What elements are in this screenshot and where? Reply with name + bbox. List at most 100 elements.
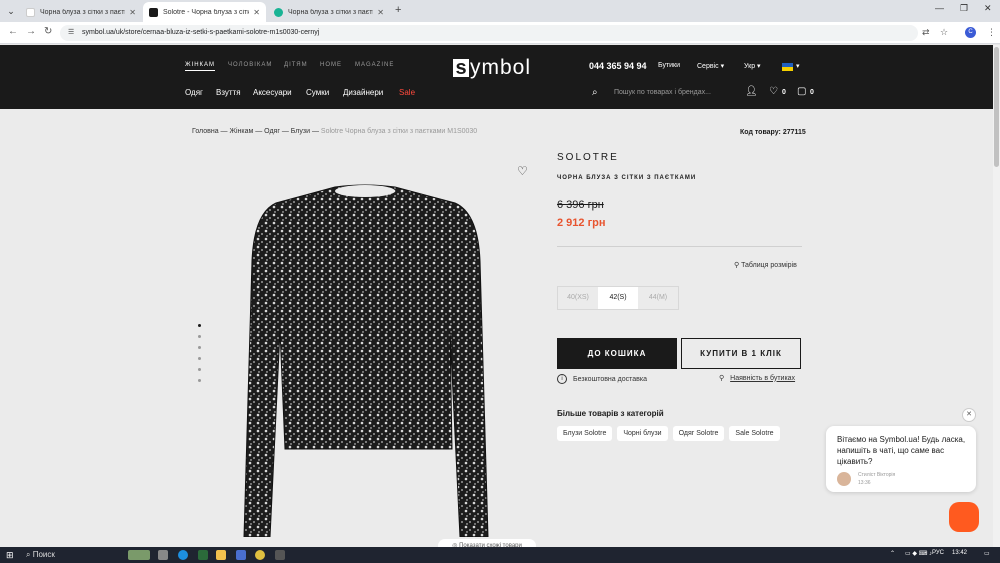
file-explorer-icon[interactable] — [216, 550, 226, 560]
category-chip[interactable]: Блузи Solotre — [557, 426, 613, 441]
chevron-down-icon: ▾ — [720, 63, 725, 70]
chevron-down-icon: ▾ — [757, 63, 761, 70]
phone-number[interactable]: 044 365 94 94 — [589, 61, 647, 71]
add-to-cart-button[interactable]: ДО КОШИКА — [557, 338, 677, 369]
windows-taskbar: ⊞ ⌕ Поиск ⌃ ▭ ◆ ⌨ ♪ РУС 13:42 ▭ — [0, 547, 1000, 563]
size-table-link[interactable]: ⚲ Таблиця розмірів — [734, 261, 797, 269]
close-tab-icon[interactable]: ✕ — [253, 8, 260, 17]
chat-launcher-button[interactable] — [949, 502, 979, 532]
page-scrollbar[interactable] — [993, 45, 1000, 547]
notifications-icon[interactable]: ▭ — [984, 550, 990, 557]
category-clothing[interactable]: Одяг — [185, 88, 203, 97]
product-brand[interactable]: SOLOTRE — [557, 152, 619, 163]
wishlist-count: 0 — [782, 89, 786, 96]
forward-icon[interactable]: → — [26, 26, 36, 37]
category-shoes[interactable]: Взуття — [216, 88, 241, 97]
weather-widget-icon[interactable] — [128, 550, 150, 560]
close-tab-icon[interactable]: ✕ — [129, 8, 136, 17]
input-language[interactable]: РУС — [932, 550, 944, 556]
clock[interactable]: 13:42 — [952, 550, 967, 556]
old-price: 6 396 грн — [557, 199, 604, 211]
chrome-icon[interactable] — [255, 550, 265, 560]
browser-tab[interactable]: Чорна блуза з сітки з паєтками ✕ — [20, 2, 142, 22]
restore-icon[interactable]: ❐ — [960, 3, 968, 14]
size-option-selected[interactable]: 42(S) — [598, 287, 638, 309]
category-designers[interactable]: Дизайнери — [343, 88, 383, 97]
windows-start-icon[interactable]: ⊞ — [6, 550, 14, 561]
gallery-dot[interactable] — [198, 379, 201, 382]
service-dropdown[interactable]: Сервіс ▾ — [697, 62, 724, 70]
close-tab-icon[interactable]: ✕ — [377, 8, 384, 17]
category-chip[interactable]: Одяг Solotre — [672, 426, 725, 441]
chat-greeting-bubble[interactable]: Вітаємо на Symbol.ua! Будь ласка, напиші… — [826, 426, 976, 492]
topnav-kids[interactable]: ДІТЯМ — [284, 62, 308, 68]
wishlist-heart-icon[interactable]: ♡ — [769, 86, 778, 97]
stores-link[interactable]: Бутики — [658, 62, 680, 69]
store-availability-link[interactable]: ⚲ Наявність в бутиках — [719, 374, 795, 383]
add-to-wishlist-heart-icon[interactable]: ♡ — [517, 164, 528, 178]
site-header: ЖІНКАМ ЧОЛОВІКАМ ДІТЯМ HOME MAGAZINE s y… — [0, 45, 993, 109]
bookmark-star-icon[interactable]: ☆ — [940, 27, 948, 38]
browser-tab-bar: ⌄ Чорна блуза з сітки з паєтками ✕ Solot… — [0, 0, 1000, 22]
edge-icon[interactable] — [178, 550, 188, 560]
scrollbar-thumb[interactable] — [994, 47, 999, 167]
menu-dots-icon[interactable]: ⋮ — [987, 27, 996, 38]
browser-tab-active[interactable]: Solotre - Чорна блуза з сітки з ✕ — [143, 2, 266, 22]
reload-icon[interactable]: ↻ — [44, 26, 52, 37]
app-icon[interactable] — [198, 550, 208, 560]
search-icon: ⌕ — [26, 550, 33, 559]
app-icon[interactable] — [275, 550, 285, 560]
new-tab-icon[interactable]: + — [395, 4, 401, 16]
site-logo[interactable]: s ymbol — [453, 56, 531, 79]
close-window-icon[interactable]: ✕ — [984, 3, 992, 14]
task-view-icon[interactable] — [158, 550, 168, 560]
chevron-down-icon[interactable]: ▾ — [796, 62, 800, 70]
category-accessories[interactable]: Аксесуари — [253, 88, 292, 97]
gallery-dot[interactable] — [198, 357, 201, 360]
gallery-dot[interactable] — [198, 346, 201, 349]
message-time: 13:36 — [858, 480, 871, 486]
profile-avatar[interactable]: C — [965, 27, 976, 38]
divider — [557, 246, 802, 247]
translate-icon[interactable]: ⇄ — [922, 27, 930, 38]
account-icon[interactable]: 👤︎ — [745, 86, 758, 97]
cart-bag-icon[interactable]: ▢ — [797, 86, 806, 97]
tab-search-icon[interactable]: ⌄ — [4, 4, 18, 18]
back-icon[interactable]: ← — [8, 26, 18, 37]
free-delivery-info: i Безкоштовна доставка — [557, 374, 647, 384]
product-image[interactable] — [240, 181, 490, 537]
language-dropdown[interactable]: Укр ▾ — [744, 62, 761, 70]
category-chips: Блузи Solotre Чорні блузи Одяг Solotre S… — [557, 426, 785, 441]
category-sale[interactable]: Sale — [399, 88, 415, 97]
app-icon[interactable] — [236, 550, 246, 560]
category-chip[interactable]: Чорні блузи — [617, 426, 668, 441]
search-input[interactable]: Пошук по товарах і брендах... — [614, 89, 711, 96]
search-icon[interactable]: ⌕ — [592, 87, 598, 98]
buy-one-click-button[interactable]: КУПИТИ В 1 КЛІК — [681, 338, 801, 369]
agent-name: Стиліст Вікторія — [858, 472, 896, 478]
minimize-icon[interactable]: — — [935, 3, 944, 13]
url-field[interactable]: ☰ symbol.ua/uk/store/cernaa-bluza-iz-set… — [60, 25, 918, 41]
category-chip[interactable]: Sale Solotre — [729, 426, 780, 441]
size-selector: 40(XS) 42(S) 44(M) — [557, 286, 679, 310]
size-option[interactable]: 40(XS) — [558, 287, 598, 309]
gallery-dot[interactable] — [198, 368, 201, 371]
gallery-pagination — [198, 324, 201, 390]
taskbar-search[interactable]: ⌕ Поиск — [22, 549, 122, 561]
tray-icons[interactable]: ▭ ◆ ⌨ ♪ — [905, 550, 932, 557]
topnav-women[interactable]: ЖІНКАМ — [185, 62, 216, 71]
topnav-men[interactable]: ЧОЛОВІКАМ — [228, 62, 272, 68]
topnav-home[interactable]: HOME — [320, 62, 342, 68]
site-info-icon[interactable]: ☰ — [68, 25, 74, 41]
chat-close-icon[interactable]: ✕ — [962, 408, 976, 422]
category-bags[interactable]: Сумки — [306, 88, 329, 97]
gallery-dot[interactable] — [198, 324, 201, 327]
google-icon — [26, 7, 35, 17]
tray-chevron-icon[interactable]: ⌃ — [890, 550, 895, 557]
ukraine-flag-icon[interactable] — [782, 63, 793, 71]
symbol-favicon-icon — [149, 7, 158, 17]
size-option[interactable]: 44(M) — [638, 287, 678, 309]
topnav-magazine[interactable]: MAGAZINE — [355, 62, 394, 68]
gallery-dot[interactable] — [198, 335, 201, 338]
browser-tab[interactable]: Чорна блуза з сітки з паєтками ✕ — [268, 2, 390, 22]
